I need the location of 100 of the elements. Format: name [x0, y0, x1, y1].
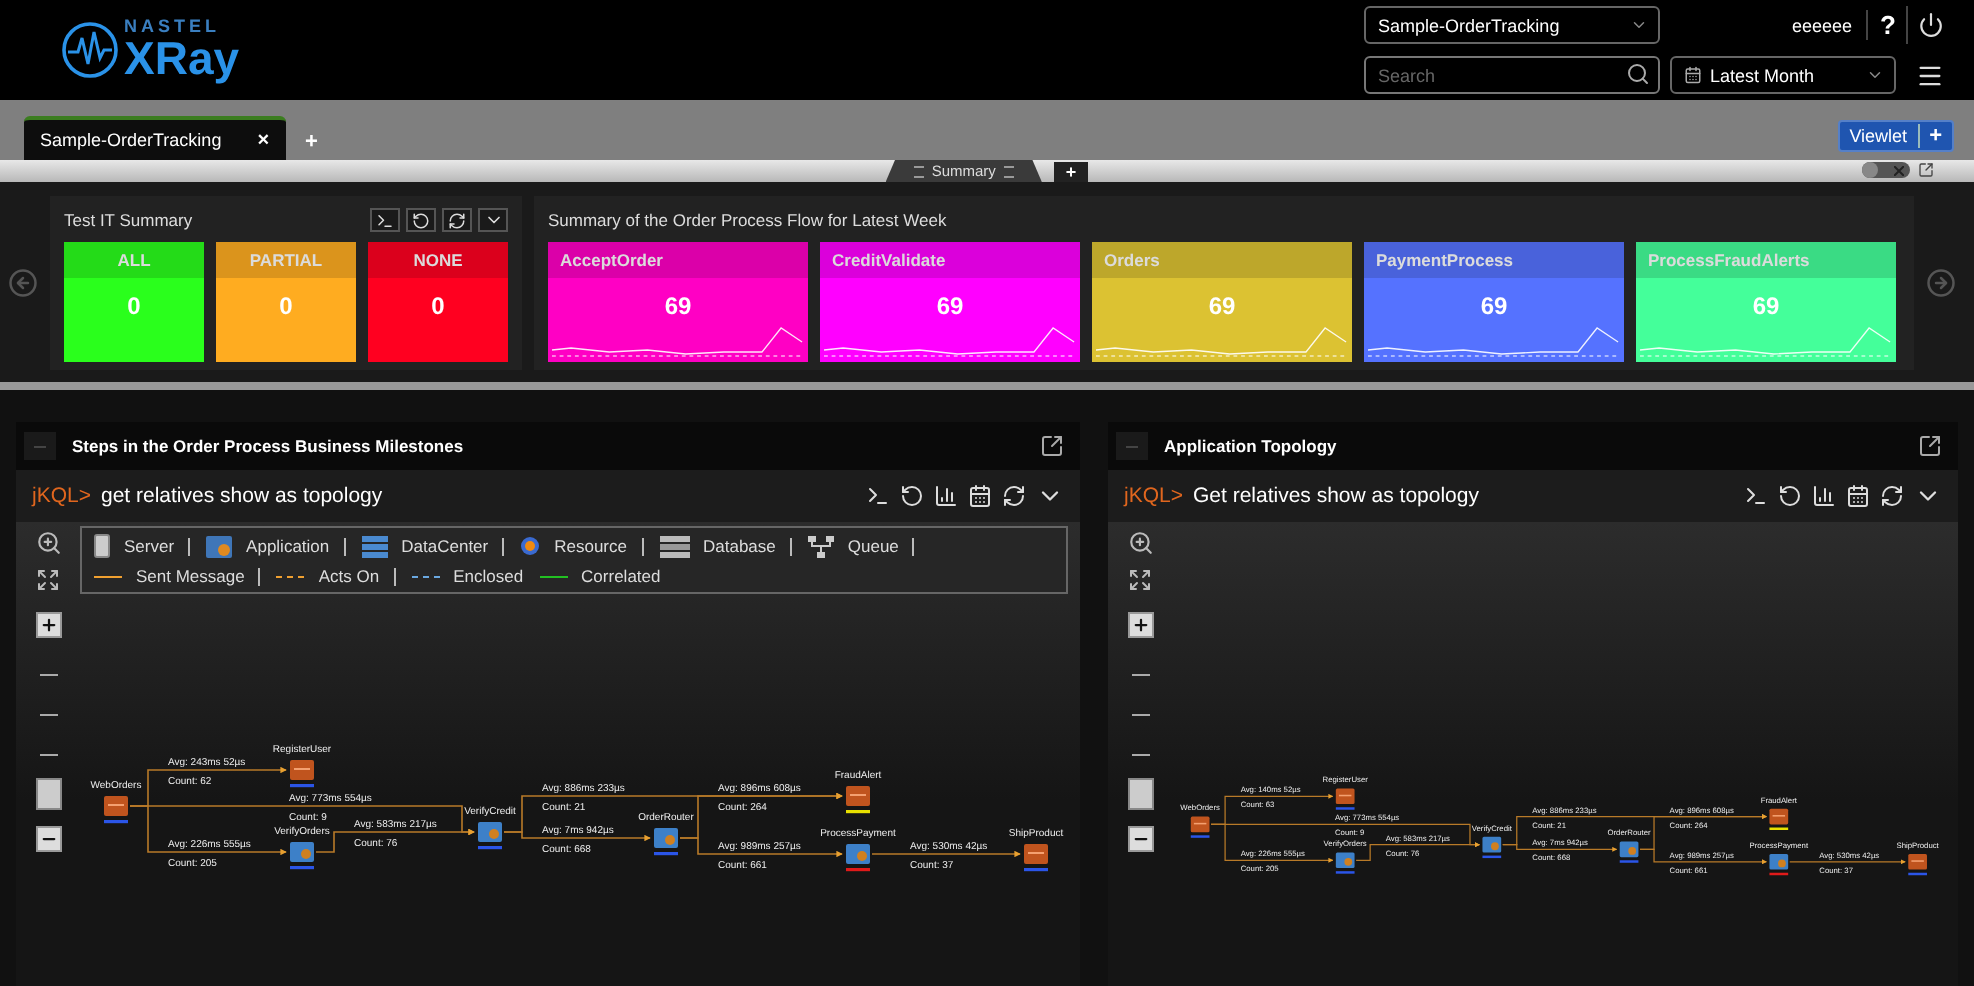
legend-label: Acts On — [318, 566, 380, 586]
help-button[interactable]: ? — [1866, 10, 1896, 40]
zoom-out-button[interactable] — [35, 826, 61, 852]
refresh-icon[interactable] — [1002, 484, 1026, 508]
database-icon — [659, 535, 689, 557]
tile-value: 0 — [127, 291, 141, 319]
legend-label: Correlated — [581, 566, 661, 586]
server-node-icon[interactable] — [1335, 787, 1355, 804]
application-node-icon[interactable] — [846, 844, 870, 864]
zoom-in-button[interactable] — [35, 612, 61, 638]
server-node-icon[interactable] — [1024, 844, 1048, 864]
zoom-out-button[interactable] — [1127, 826, 1153, 852]
popout-icon[interactable] — [1040, 434, 1064, 458]
tile-header[interactable]: NONE — [368, 241, 508, 277]
legend-label: Database — [703, 536, 776, 556]
tile-value: 69 — [936, 291, 964, 319]
query-text[interactable]: get relatives show as topology — [100, 484, 856, 508]
server-node-icon[interactable] — [1769, 808, 1789, 824]
tile-header[interactable]: CreditValidate — [820, 241, 1080, 277]
fit-icon[interactable] — [36, 568, 60, 592]
tile-value: 69 — [1752, 291, 1780, 319]
search-icon[interactable] — [1626, 62, 1650, 86]
menu-icon[interactable] — [1916, 61, 1944, 89]
zoom-in-button[interactable] — [1127, 612, 1153, 638]
terminal-icon[interactable] — [1744, 484, 1768, 508]
calendar-icon[interactable] — [1846, 484, 1870, 508]
viewlet-button[interactable]: Viewlet + — [1837, 120, 1954, 152]
fit-icon[interactable] — [1128, 568, 1152, 592]
query-prompt: jKQL> — [32, 484, 91, 508]
user-name[interactable]: eeeeee — [1792, 15, 1853, 35]
application-icon — [206, 535, 233, 557]
tile-body[interactable]: 69 — [1364, 277, 1624, 361]
terminal-button[interactable] — [370, 208, 400, 232]
tile-value: 69 — [664, 291, 692, 319]
server-node-icon[interactable] — [290, 760, 314, 780]
datacenter-icon — [361, 535, 388, 557]
popout-icon[interactable] — [1918, 162, 1934, 178]
panel-title: Application Topology — [1164, 436, 1339, 456]
undo-icon — [412, 211, 430, 229]
legend-label: Enclosed — [453, 566, 524, 586]
tile-value: 69 — [1208, 291, 1236, 319]
server-node-icon[interactable] — [846, 786, 870, 806]
undo-icon[interactable] — [1778, 484, 1802, 508]
tile-value: 0 — [279, 291, 293, 319]
bar-chart-icon[interactable] — [1812, 484, 1836, 508]
undo-icon[interactable] — [900, 484, 924, 508]
slider-thumb[interactable] — [1127, 778, 1153, 811]
tile-body[interactable]: 69 — [820, 277, 1080, 361]
application-node-icon[interactable] — [478, 822, 502, 842]
refresh-button[interactable] — [442, 208, 472, 232]
search-field[interactable]: Search — [1364, 56, 1660, 94]
bar-chart-icon[interactable] — [934, 484, 958, 508]
server-node-icon[interactable] — [104, 796, 128, 816]
server-icon — [94, 534, 110, 558]
query-prompt: jKQL> — [1124, 484, 1183, 508]
dashboard-select[interactable]: Sample-OrderTracking — [1364, 6, 1660, 44]
close-icon — [1894, 165, 1904, 175]
tile-body[interactable]: 0 — [368, 277, 508, 361]
dashboard-tab[interactable]: Sample-OrderTracking × — [24, 116, 286, 160]
application-node-icon[interactable] — [1482, 836, 1502, 852]
application-node-icon[interactable] — [654, 828, 678, 848]
slider-thumb[interactable] — [35, 778, 61, 811]
period-select[interactable]: Latest Month — [1670, 56, 1896, 94]
legend-label: DataCenter — [401, 536, 489, 556]
popout-icon[interactable] — [1918, 434, 1942, 458]
zoom-in-icon[interactable] — [1127, 530, 1153, 556]
add-tab-button[interactable]: + — [305, 130, 318, 154]
logo-text: XRay — [124, 36, 240, 82]
legend-label: Sent Message — [136, 566, 245, 586]
zoom-in-icon[interactable] — [35, 530, 61, 556]
calendar-icon[interactable] — [968, 484, 992, 508]
legend-label: Resource — [554, 536, 627, 556]
tile-header[interactable]: PaymentProcess — [1364, 241, 1624, 277]
server-node-icon[interactable] — [1908, 853, 1927, 869]
power-icon[interactable] — [1918, 12, 1944, 38]
terminal-icon — [376, 211, 394, 229]
caret-icon — [1630, 16, 1648, 34]
plus-icon — [1131, 616, 1149, 634]
query-text[interactable]: Get relatives show as topology — [1192, 484, 1734, 508]
application-node-icon[interactable] — [290, 842, 314, 862]
caret-icon — [1866, 66, 1884, 84]
close-icon[interactable]: × — [257, 129, 270, 151]
queue-icon — [807, 535, 834, 557]
undo-button[interactable] — [406, 208, 436, 232]
calendar-icon — [1684, 66, 1702, 84]
terminal-icon[interactable] — [866, 484, 890, 508]
chevron-down-button[interactable] — [478, 208, 508, 232]
application-node-icon[interactable] — [1335, 851, 1355, 868]
refresh-icon — [448, 211, 466, 229]
tile-header[interactable]: AcceptOrder — [548, 241, 808, 277]
legend-label: Server — [124, 536, 175, 556]
application-node-icon[interactable] — [1769, 853, 1789, 869]
refresh-icon[interactable] — [1880, 484, 1904, 508]
server-node-icon[interactable] — [1190, 815, 1210, 832]
tile-body[interactable]: 69 — [548, 277, 808, 361]
add-section-button[interactable]: + — [1053, 161, 1089, 181]
logo-icon — [60, 20, 120, 80]
toggle-switch[interactable] — [1862, 162, 1910, 178]
application-node-icon[interactable] — [1619, 840, 1639, 857]
panel-title: Summary of the Order Process Flow for Latest Week — [548, 210, 947, 230]
